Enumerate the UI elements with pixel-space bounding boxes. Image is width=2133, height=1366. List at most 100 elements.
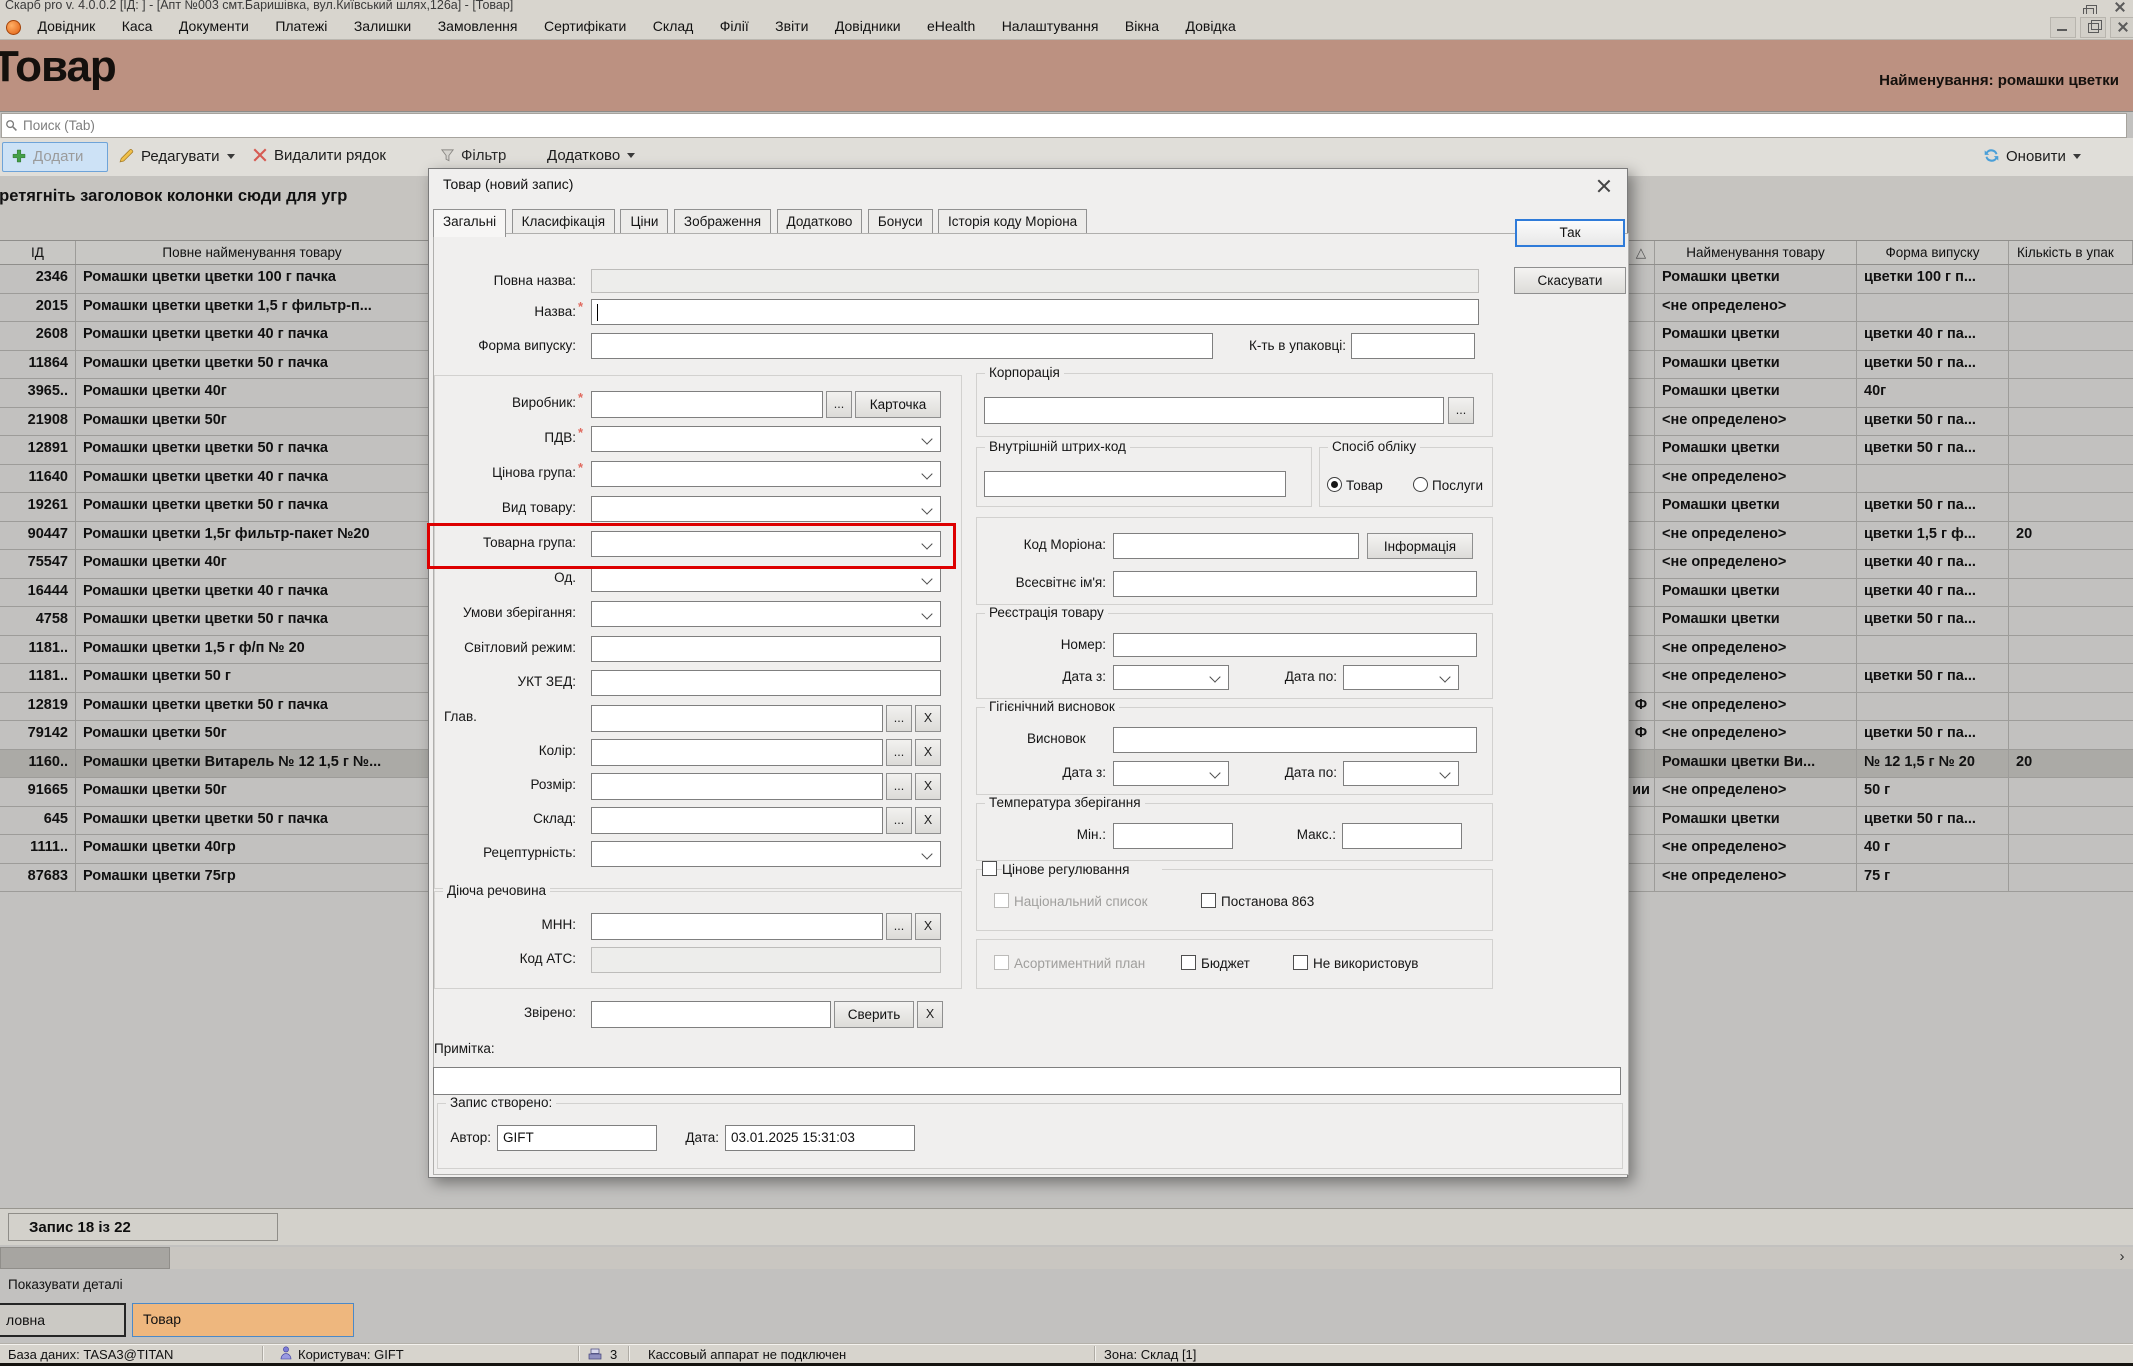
menu-kasa[interactable]: Каса [111,14,164,40]
table-row[interactable]: 12819 Ромашки цветки цветки 50 г пачка [0,693,429,722]
table-row[interactable]: <не определено> [1628,294,2133,323]
refresh-button[interactable]: Оновити [1983,142,2081,177]
table-row[interactable]: <не определено> 40 г [1628,835,2133,864]
cancel-button[interactable]: Скасувати [1514,267,1626,294]
checkbox-budget[interactable] [1181,955,1196,970]
col-header-qty-in-pack[interactable]: Кількість в упак [2009,241,2133,264]
window-tab-tovar[interactable]: Товар [132,1303,354,1337]
tab-tsiny[interactable]: Ціни [620,209,668,234]
table-row[interactable]: <не определено> цветки 40 г па... [1628,550,2133,579]
table-row[interactable]: 11640 Ромашки цветки цветки 40 г пачка [0,465,429,494]
table-row[interactable]: Ромашки цветки цветки 50 г па... [1628,607,2133,636]
combo-price-group[interactable] [591,461,941,487]
field-verified[interactable] [591,1001,831,1028]
field-release-form[interactable] [591,333,1213,359]
table-row[interactable]: Ромашки цветки цветки 50 г па... [1628,807,2133,836]
table-row[interactable]: 79142 Ромашки цветки 50г [0,721,429,750]
field-conclusion[interactable] [1113,727,1477,753]
table-row[interactable]: 2346 Ромашки цветки цветки 100 г пачка [0,265,429,294]
table-row[interactable]: <не определено> цветки 50 г па... [1628,664,2133,693]
browse-size-button[interactable]: ... [886,773,912,800]
menu-vikna[interactable]: Вікна [1114,14,1170,40]
tab-bonusy[interactable]: Бонуси [868,209,933,234]
browse-mnn-button[interactable]: ... [886,913,912,940]
search-input[interactable]: Поиск (Tab) [1,113,2127,138]
field-reg-number[interactable] [1113,633,1477,657]
mdi-restore-icon[interactable] [2080,17,2106,38]
restore-window-icon[interactable] [2076,3,2100,14]
checkbox-not-used-label[interactable]: Не використовув [1313,956,1489,971]
table-row[interactable]: Ф <не определено> цветки 50 г па... [1628,721,2133,750]
radio-goods-label[interactable]: Товар [1346,478,1396,493]
table-row[interactable]: Ромашки цветки Ви... № 12 1,5 г № 20 20 [1628,750,2133,779]
checkbox-not-used[interactable] [1293,955,1308,970]
table-row[interactable]: <не определено> 75 г [1628,864,2133,893]
ok-button[interactable]: Так [1515,219,1625,247]
browse-glav-button[interactable]: ... [886,705,912,732]
radio-services[interactable] [1413,477,1428,492]
sort-indicator-icon[interactable]: △ [1628,241,1655,264]
field-glav[interactable] [591,705,883,732]
window-tab-main[interactable]: ловна [0,1303,126,1337]
menu-dovidka[interactable]: Довідка [1174,14,1246,40]
field-temp-max[interactable] [1342,823,1462,849]
table-row[interactable]: 2608 Ромашки цветки цветки 40 г пачка [0,322,429,351]
combo-unit[interactable] [591,566,941,592]
scrollbar-right-arrow-icon[interactable]: › [2111,1247,2133,1269]
checkbox-decree-863-label[interactable]: Постанова 863 [1221,894,1351,909]
table-row[interactable]: Ромашки цветки цветки 50 г па... [1628,436,2133,465]
browse-color-button[interactable]: ... [886,739,912,766]
col-header-id[interactable]: ІД [0,241,76,264]
mdi-close-icon[interactable] [2110,17,2133,38]
tab-zobrazhennia[interactable]: Зображення [674,209,771,234]
field-morion-code[interactable] [1113,533,1359,559]
card-button[interactable]: Карточка [855,391,941,418]
checkbox-budget-label[interactable]: Бюджет [1201,956,1271,971]
clear-mnn-button[interactable]: X [915,913,941,940]
table-row[interactable]: 91665 Ромашки цветки 50г [0,778,429,807]
combo-reg-date-from[interactable] [1113,665,1229,690]
table-row[interactable]: 2015 Ромашки цветки цветки 1,5 г фильтр-… [0,294,429,323]
field-temp-min[interactable] [1113,823,1233,849]
menu-filii[interactable]: Філії [709,14,760,40]
menu-zalyshky[interactable]: Залишки [343,14,422,40]
checkbox-decree-863[interactable] [1201,893,1216,908]
close-window-icon[interactable] [2108,0,2132,14]
table-row[interactable]: 1181.. Ромашки цветки 1,5 г ф/п № 20 [0,636,429,665]
field-created-date[interactable]: 03.01.2025 15:31:03 [725,1125,915,1151]
menu-dokumenty[interactable]: Документи [168,14,260,40]
table-row[interactable]: 87683 Ромашки цветки 75гр [0,864,429,893]
field-color[interactable] [591,739,883,766]
table-row[interactable]: <не определено> [1628,636,2133,665]
table-row[interactable]: 75547 Ромашки цветки 40г [0,550,429,579]
menu-ehealth[interactable]: eHealth [916,14,986,40]
field-world-name[interactable] [1113,571,1477,597]
col-header-full-name[interactable]: Повне найменування товару [76,241,429,264]
field-size[interactable] [591,773,883,800]
table-row[interactable]: Ромашки цветки цветки 50 г па... [1628,351,2133,380]
field-note[interactable] [433,1067,1621,1095]
checkbox-price-regulation[interactable] [982,861,997,876]
table-row[interactable]: <не определено> [1628,465,2133,494]
col-header-name[interactable]: Найменування товару [1655,241,1857,264]
table-row[interactable]: 16444 Ромашки цветки цветки 40 г пачка [0,579,429,608]
menu-dovidnyk[interactable]: Довідник [26,14,106,40]
table-row[interactable]: Ромашки цветки цветки 100 г п... [1628,265,2133,294]
browse-manufacturer-button[interactable]: ... [826,391,852,418]
radio-services-label[interactable]: Послуги [1432,478,1490,493]
menu-sertyfikaty[interactable]: Сертифікати [533,14,637,40]
combo-hyg-date-to[interactable] [1343,761,1459,786]
tab-zagalni[interactable]: Загальні [433,209,506,237]
dialog-close-icon[interactable] [1591,175,1617,197]
clear-verified-button[interactable]: X [917,1001,943,1028]
table-row[interactable]: 21908 Ромашки цветки 50г [0,408,429,437]
field-warehouse[interactable] [591,807,883,834]
browse-warehouse-button[interactable]: ... [886,807,912,834]
scrollbar-thumb[interactable] [0,1247,170,1269]
field-name[interactable] [591,299,1479,325]
table-row[interactable]: <не определено> цветки 1,5 г ф... 20 [1628,522,2133,551]
field-internal-barcode[interactable] [984,471,1286,497]
tab-klasyfikatsiia[interactable]: Класифікація [512,209,615,234]
checkbox-price-regulation-label[interactable]: Цінове регулювання [1002,862,1162,877]
clear-size-button[interactable]: X [915,773,941,800]
